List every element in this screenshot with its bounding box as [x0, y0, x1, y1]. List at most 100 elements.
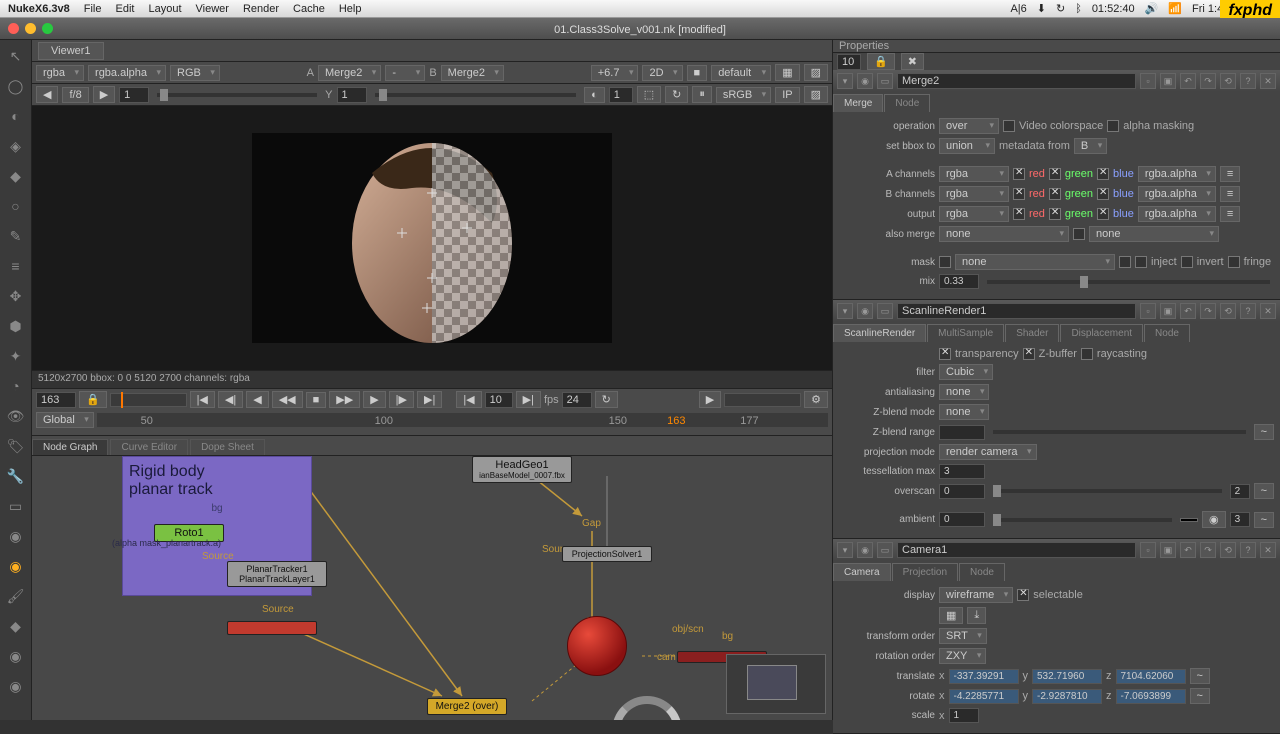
tab-scanlinerender[interactable]: ScanlineRender	[833, 324, 926, 342]
rotate-z-input[interactable]	[1116, 689, 1186, 704]
projection-dropdown[interactable]: render camera	[939, 444, 1037, 460]
b-blue-checkbox[interactable]	[1097, 188, 1109, 200]
a-blue-checkbox[interactable]	[1097, 168, 1109, 180]
menu-render[interactable]: Render	[243, 3, 279, 15]
refresh-button[interactable]: ↻	[665, 86, 688, 103]
stop-button[interactable]: ■	[306, 392, 327, 408]
tool-3d-icon[interactable]: ◆	[6, 166, 26, 186]
tool-color-icon[interactable]: ◈	[6, 136, 26, 156]
minimap[interactable]	[726, 654, 826, 714]
tool-paint-icon[interactable]: 🖌	[6, 586, 26, 606]
clear-all-icon[interactable]: ✖	[901, 53, 924, 70]
max-panels-input[interactable]	[837, 54, 861, 70]
close-icon[interactable]	[8, 23, 19, 34]
float-icon[interactable]: ▫	[1140, 73, 1156, 89]
tool-cube-icon[interactable]: ⬢	[6, 316, 26, 336]
play-back-button[interactable]: ◀◀	[272, 391, 303, 408]
input-b-dropdown[interactable]: Merge2	[441, 65, 504, 81]
a-ch-menu-icon[interactable]: ≡	[1220, 166, 1240, 182]
transparency-checkbox[interactable]	[939, 348, 951, 360]
tool-circle-icon[interactable]: ○	[6, 196, 26, 216]
b-alpha-dropdown[interactable]: rgba.alpha	[1138, 186, 1216, 202]
timeline-ruler[interactable]: 50 100 150 177 163	[97, 413, 828, 427]
maximize-icon[interactable]: ▣	[1160, 73, 1176, 89]
tool-tag-icon[interactable]: 🏷	[6, 436, 26, 456]
b-red-checkbox[interactable]	[1013, 188, 1025, 200]
inject-checkbox[interactable]	[1135, 256, 1147, 268]
tool-layers-icon[interactable]: ≡	[6, 256, 26, 276]
revert-icon[interactable]: ⟲	[1220, 542, 1236, 558]
tool-move-icon[interactable]: ✥	[6, 286, 26, 306]
close-panel-icon[interactable]: ✕	[1260, 303, 1276, 319]
prev-key-button[interactable]: ◀|	[218, 391, 243, 408]
rotate-y-input[interactable]	[1032, 689, 1102, 704]
menu-file[interactable]: File	[84, 3, 102, 15]
input-a-dropdown[interactable]: Merge2	[318, 65, 381, 81]
channel-a-dropdown[interactable]: rgba	[36, 65, 84, 81]
close-panel-icon[interactable]: ✕	[1260, 542, 1276, 558]
ambient-anim-icon[interactable]: ~	[1254, 512, 1274, 528]
loop-button[interactable]: ↻	[595, 391, 618, 408]
wifi-icon[interactable]: 📶	[1168, 2, 1182, 15]
next-frame-button[interactable]: ▶	[93, 86, 115, 103]
undo-icon[interactable]: ↶	[1180, 303, 1196, 319]
b-ch-menu-icon[interactable]: ≡	[1220, 186, 1240, 202]
tool-draw-icon[interactable]: ✎	[6, 226, 26, 246]
redo-icon[interactable]: ↷	[1200, 303, 1216, 319]
maximize-icon[interactable]: ▣	[1160, 542, 1176, 558]
range-start-button[interactable]: |◀	[456, 391, 481, 408]
a-alpha-dropdown[interactable]: rgba.alpha	[1138, 166, 1216, 182]
tool-plugin2-icon[interactable]: ◉	[6, 646, 26, 666]
close-panel-icon[interactable]: ✕	[1260, 73, 1276, 89]
dropbox-icon[interactable]: ⬇	[1037, 2, 1046, 15]
tab-curve-editor[interactable]: Curve Editor	[110, 439, 188, 455]
revert-icon[interactable]: ⟲	[1220, 73, 1236, 89]
mask-dropdown[interactable]: none	[955, 254, 1115, 270]
roi-button[interactable]: ▦	[775, 64, 799, 81]
tab-node-graph[interactable]: Node Graph	[32, 439, 108, 455]
help-icon[interactable]: ?	[1240, 303, 1256, 319]
torder-dropdown[interactable]: SRT	[939, 628, 987, 644]
undo-icon[interactable]: ↶	[1180, 542, 1196, 558]
metadata-dropdown[interactable]: B	[1074, 138, 1107, 154]
current-frame-input[interactable]	[36, 392, 76, 408]
dope-icon[interactable]: ▭	[877, 73, 893, 89]
menu-help[interactable]: Help	[339, 3, 362, 15]
translate-y-input[interactable]	[1032, 669, 1102, 684]
zoom-icon[interactable]	[42, 23, 53, 34]
ip-button[interactable]: IP	[775, 87, 799, 103]
collapse-icon[interactable]: ▾	[837, 542, 853, 558]
play-mode-button[interactable]: ▶	[699, 391, 721, 408]
dim-dropdown[interactable]: 2D	[642, 65, 682, 81]
step-back-button[interactable]: ◀	[246, 391, 268, 408]
translate-x-input[interactable]	[949, 669, 1019, 684]
tab-node[interactable]: Node	[884, 94, 930, 112]
merge2-node[interactable]: Merge2 (over)	[427, 698, 507, 715]
tab-projection[interactable]: Projection	[892, 563, 958, 581]
gamma-slider[interactable]	[375, 93, 577, 97]
zbuffer-checkbox[interactable]	[1023, 348, 1035, 360]
tab-displacement[interactable]: Displacement	[1060, 324, 1143, 342]
dope-icon[interactable]: ▭	[877, 303, 893, 319]
wipe-dropdown[interactable]: -	[385, 65, 425, 81]
o-red-checkbox[interactable]	[1013, 208, 1025, 220]
ambient-picker-icon[interactable]: ◉	[1202, 511, 1226, 528]
raycasting-checkbox[interactable]	[1081, 348, 1093, 360]
snap-icon[interactable]: ▦	[939, 607, 963, 624]
range-dropdown[interactable]: Global	[36, 412, 94, 428]
out-channels-dropdown[interactable]: rgba	[939, 206, 1009, 222]
node-name-input[interactable]	[897, 303, 1136, 319]
redo-icon[interactable]: ↷	[1200, 542, 1216, 558]
tool-wrench-icon[interactable]: 🔧	[6, 466, 26, 486]
ambient-color-swatch[interactable]	[1180, 518, 1198, 522]
menu-edit[interactable]: Edit	[116, 3, 135, 15]
also-merge-checkbox[interactable]	[1073, 228, 1085, 240]
tool-render-icon[interactable]: ◉	[6, 526, 26, 546]
tool-clock-icon[interactable]: ◐	[6, 106, 26, 126]
invert-checkbox[interactable]	[1181, 256, 1193, 268]
headgeo-node[interactable]: HeadGeo1 ianBaseModel_0007.fbx	[472, 456, 572, 483]
play-button[interactable]: ▶▶	[329, 391, 360, 408]
collapse-icon[interactable]: ▾	[837, 73, 853, 89]
video-cs-checkbox[interactable]	[1003, 120, 1015, 132]
colorspace-dropdown[interactable]: RGB	[170, 65, 220, 81]
